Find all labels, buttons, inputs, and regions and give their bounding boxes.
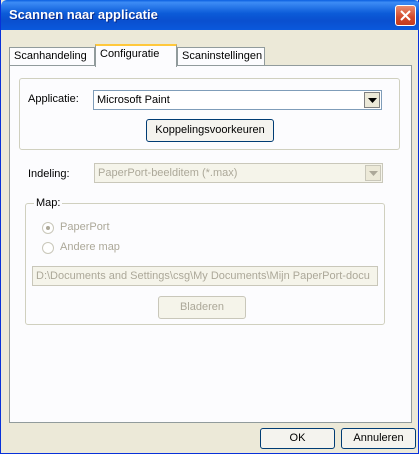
map-group: Map: PaperPort Andere map D:\Documents a…: [25, 197, 385, 325]
tab-scanhandeling[interactable]: Scanhandeling: [9, 47, 95, 66]
path-value: D:\Documents and Settings\csg\My Documen…: [36, 270, 370, 282]
applicatie-select[interactable]: Microsoft Paint: [93, 90, 382, 110]
indeling-select[interactable]: PaperPort-beelditem (*.max): [94, 163, 383, 183]
tab-scaninstellingen[interactable]: Scaninstellingen: [177, 47, 265, 66]
close-icon: [400, 10, 411, 21]
chevron-down-icon: [369, 171, 378, 176]
dropdown-button[interactable]: [365, 165, 381, 181]
ok-button[interactable]: OK: [260, 428, 335, 449]
tab-panel-configuratie: Applicatie: Microsoft Paint Koppelingsvo…: [9, 65, 412, 423]
tab-label: Scanhandeling: [14, 50, 87, 62]
folder-path-field[interactable]: D:\Documents and Settings\csg\My Documen…: [32, 266, 378, 286]
radio-label: Andere map: [60, 241, 120, 253]
radio-label: PaperPort: [60, 221, 110, 233]
annuleren-button[interactable]: Annuleren: [341, 428, 416, 449]
tab-label: Scaninstellingen: [182, 50, 263, 62]
indeling-value: PaperPort-beelditem (*.max): [98, 167, 238, 179]
koppelingsvoorkeuren-button[interactable]: Koppelingsvoorkeuren: [146, 119, 274, 142]
radio-button[interactable]: [42, 222, 54, 234]
button-label: Annuleren: [353, 432, 404, 444]
tab-configuratie[interactable]: Configuratie: [95, 44, 177, 67]
indeling-label: Indeling:: [28, 168, 70, 180]
map-legend: Map:: [34, 197, 63, 209]
button-label: OK: [289, 432, 306, 444]
tab-label: Configuratie: [100, 48, 160, 60]
title-bar[interactable]: Scannen naar applicatie: [1, 0, 419, 30]
dropdown-button[interactable]: [364, 92, 380, 108]
bladeren-button[interactable]: Bladeren: [158, 296, 246, 319]
chevron-down-icon: [368, 98, 377, 103]
close-button[interactable]: [395, 5, 416, 26]
button-label: Bladeren: [179, 301, 225, 313]
button-label: Koppelingsvoorkeuren: [155, 124, 265, 136]
window-title: Scannen naar applicatie: [9, 7, 158, 22]
applicatie-label: Applicatie:: [28, 93, 79, 105]
applicatie-value: Microsoft Paint: [97, 94, 170, 106]
applicatie-group: Applicatie: Microsoft Paint Koppelingsvo…: [19, 78, 400, 150]
dialog-window: Scannen naar applicatie Scanhandeling Co…: [0, 0, 419, 454]
radio-button[interactable]: [42, 242, 54, 254]
